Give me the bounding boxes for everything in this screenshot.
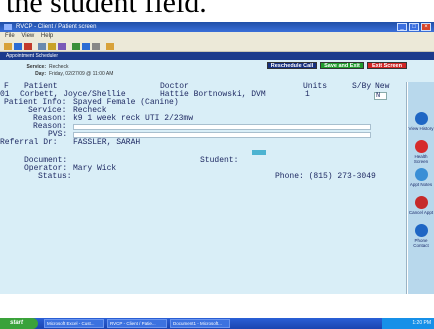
phone-contact-button[interactable]: Phone Contact [408,224,434,248]
menu-bar: File View Help [0,32,434,41]
start-button[interactable]: start [0,318,38,329]
app-icon [4,24,12,30]
student-label: Student: [200,156,239,165]
col-new: New [375,82,390,91]
maximize-button[interactable]: □ [409,23,419,31]
open-icon[interactable] [4,43,12,50]
caption-text: the student field. [0,0,434,22]
subwindow-titlebar: Appointment Scheduler [0,52,434,60]
health-screen-button[interactable]: Health Screen [408,140,434,164]
exit-screen-button[interactable]: Exit Screen [367,62,407,69]
help-icon[interactable] [106,43,114,50]
health-icon [414,140,428,153]
view-history-button[interactable]: View History [408,112,434,131]
appointment-form: F Patient Doctor Units S/By New 01 Corbe… [0,82,407,294]
print-icon[interactable] [38,43,46,50]
cancel-appt-button[interactable]: Cancel Appt [408,196,434,215]
history-icon [414,112,428,125]
phone-icon [414,224,428,237]
tool-icon[interactable] [58,43,66,50]
service-summary: Service: Recheck [20,64,69,70]
taskbar-item-rvcp[interactable]: RVCP - Client / Patie... [107,319,167,328]
window-titlebar: RVCP - Client / Patient screen _ □ × [0,22,434,32]
status-label: Status: [38,172,72,181]
cancel-appt-label: Cancel Appt [408,210,434,215]
cancel-icon [414,196,428,209]
row-units[interactable]: 1 [305,91,310,99]
system-clock: 1:20 PM [382,318,434,329]
save-exit-button[interactable]: Save and Exit [320,62,364,69]
appointment-header: Service: Recheck Day: Friday, 02/27/09 @ 1… [0,60,434,82]
menu-view[interactable]: View [21,32,34,41]
day-summary-value: Friday, 02/27/09 @ 11:00 AM [49,71,114,77]
calendar-icon[interactable] [72,43,80,50]
settings-icon[interactable] [92,43,100,50]
find-icon[interactable] [48,43,56,50]
student-lookup-button[interactable] [252,150,266,155]
referral-label: Referral Dr: [0,138,58,147]
minimize-button[interactable]: _ [397,23,407,31]
menu-file[interactable]: File [5,32,15,41]
day-summary-label: Day: [35,71,46,77]
action-sidebar: View History Health Screen Appt Notes Ca… [408,82,434,294]
service-summary-value: Recheck [49,64,69,70]
phone-contact-label: Phone Contact [413,238,429,248]
health-screen-label: Health Screen [413,154,429,164]
stop-icon[interactable] [24,43,32,50]
taskbar-item-word[interactable]: Document1 - Microsoft... [170,319,230,328]
service-summary-label: Service: [26,64,46,70]
reason2-field[interactable] [73,124,371,130]
refresh-icon[interactable] [14,43,22,50]
window-title: RVCP - Client / Patient screen [16,24,97,30]
day-summary: Day: Friday, 02/27/09 @ 11:00 AM [20,71,113,77]
subwindow-title: Appointment Scheduler [6,53,58,59]
col-sby: S/By [352,82,372,91]
referral-value[interactable]: FASSLER, SARAH [73,139,140,147]
client-icon[interactable] [82,43,90,50]
notes-icon [414,168,428,181]
toolbar [0,41,434,52]
view-history-label: View History [408,126,434,131]
phone-value: Phone: (815) 273-3049 [275,172,376,181]
taskbar-item-excel[interactable]: Microsoft Excel - Cust... [44,319,104,328]
new-flag-field[interactable]: N [374,92,387,100]
operator-value: Mary Wick [73,164,117,173]
reschedule-button[interactable]: Reschedule Call [267,62,317,69]
menu-help[interactable]: Help [41,32,53,41]
close-button[interactable]: × [421,23,431,31]
taskbar: start Microsoft Excel - Cust... RVCP - C… [0,318,434,329]
reason-value[interactable]: k9 1 week reck UTI 2/23mw [73,115,193,123]
appt-notes-button[interactable]: Appt Notes [408,168,434,187]
appt-notes-label: Appt Notes [409,182,433,187]
